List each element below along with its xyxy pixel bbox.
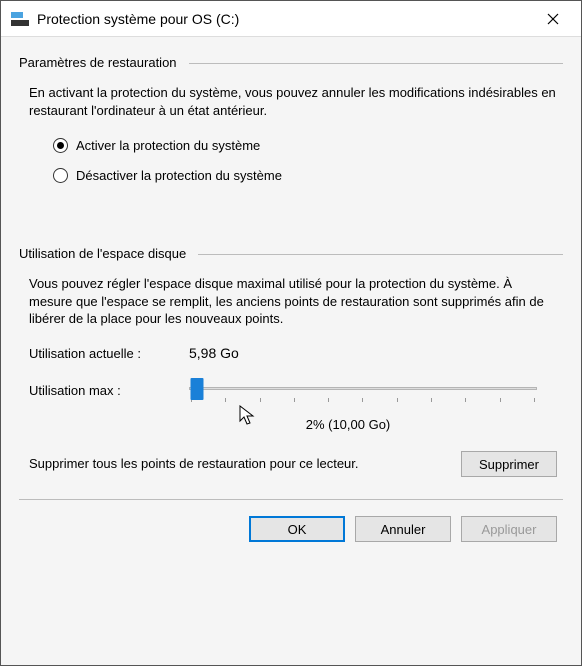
protection-radio-group: Activer la protection du système Désacti… — [53, 137, 557, 184]
radio-icon — [53, 138, 68, 153]
radio-enable-label: Activer la protection du système — [76, 137, 260, 155]
radio-enable-protection[interactable]: Activer la protection du système — [53, 137, 557, 155]
close-icon — [547, 13, 559, 25]
cancel-button[interactable]: Annuler — [355, 516, 451, 542]
current-usage-row: Utilisation actuelle : 5,98 Go — [29, 344, 557, 363]
max-usage-row: Utilisation max : — [29, 381, 557, 402]
max-usage-value: 2% (10,00 Go) — [29, 416, 557, 434]
restore-section-body: En activant la protection du système, vo… — [19, 84, 563, 196]
divider — [198, 254, 563, 255]
delete-row: Supprimer tous les points de restauratio… — [29, 451, 557, 477]
content-area: Paramètres de restauration En activant l… — [1, 37, 581, 665]
slider-track — [189, 387, 537, 390]
current-usage-label: Utilisation actuelle : — [29, 345, 189, 363]
delete-description: Supprimer tous les points de restauratio… — [29, 455, 447, 473]
restore-section-header: Paramètres de restauration — [19, 55, 563, 70]
radio-icon — [53, 168, 68, 183]
radio-disable-label: Désactiver la protection du système — [76, 167, 282, 185]
radio-disable-protection[interactable]: Désactiver la protection du système — [53, 167, 557, 185]
dialog-footer: OK Annuler Appliquer — [19, 499, 563, 558]
close-button[interactable] — [533, 4, 573, 34]
disk-section-header: Utilisation de l'espace disque — [19, 246, 563, 261]
restore-description: En activant la protection du système, vo… — [29, 84, 557, 119]
drive-icon — [11, 12, 29, 26]
titlebar: Protection système pour OS (C:) — [1, 1, 581, 37]
disk-description: Vous pouvez régler l'espace disque maxim… — [29, 275, 557, 328]
current-usage-value: 5,98 Go — [189, 344, 239, 363]
restore-heading: Paramètres de restauration — [19, 55, 177, 70]
window-title: Protection système pour OS (C:) — [37, 11, 533, 27]
disk-section-body: Vous pouvez régler l'espace disque maxim… — [19, 275, 563, 477]
dialog-window: Protection système pour OS (C:) Paramètr… — [0, 0, 582, 666]
divider — [189, 63, 563, 64]
ok-button[interactable]: OK — [249, 516, 345, 542]
slider-ticks — [189, 398, 537, 402]
delete-button[interactable]: Supprimer — [461, 451, 557, 477]
apply-button[interactable]: Appliquer — [461, 516, 557, 542]
slider-thumb[interactable] — [190, 378, 203, 400]
max-usage-label: Utilisation max : — [29, 382, 189, 400]
max-usage-slider[interactable] — [189, 381, 557, 402]
disk-heading: Utilisation de l'espace disque — [19, 246, 186, 261]
